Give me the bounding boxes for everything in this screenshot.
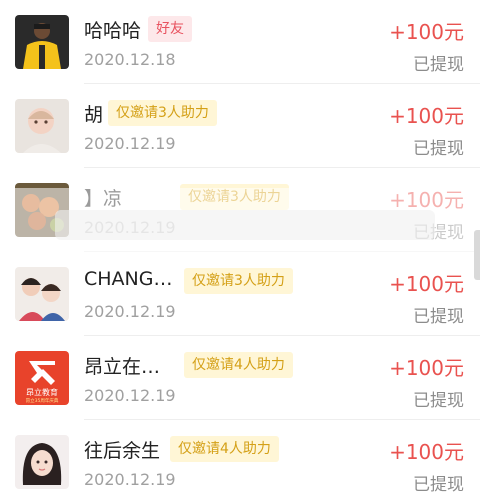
- list-item[interactable]: 哈哈哈 好友 2020.12.18 +100元 已提现: [0, 0, 480, 84]
- user-avatar: [15, 99, 69, 153]
- status-text: 已提现: [413, 391, 464, 411]
- invite-tag: 仅邀请3人助力: [184, 268, 293, 294]
- user-avatar: [15, 15, 69, 69]
- date-text: 2020.12.18: [84, 50, 176, 69]
- user-name: 胡: [84, 104, 104, 126]
- date-text: 2020.12.19: [84, 386, 176, 405]
- invite-tag: 仅邀请3人助力: [180, 184, 289, 210]
- user-name: CHANG…: [84, 268, 173, 290]
- user-avatar: 昂立教育 昂立35周年庆典: [15, 351, 69, 405]
- invite-tag: 仅邀请4人助力: [170, 436, 279, 462]
- user-name: 哈哈哈: [84, 20, 142, 42]
- amount-text: +100元: [389, 272, 464, 296]
- date-text: 2020.12.19: [84, 302, 176, 321]
- status-text: 已提现: [413, 55, 464, 75]
- logo-line2: 昂立35周年庆典: [26, 397, 59, 404]
- invite-tag: 仅邀请3人助力: [108, 100, 217, 126]
- amount-text: +100元: [389, 20, 464, 44]
- date-text: 2020.12.19: [84, 134, 176, 153]
- user-name: 昂立在…: [84, 356, 161, 378]
- amount-text: +100元: [389, 104, 464, 128]
- status-text: 已提现: [413, 307, 464, 327]
- amount-text: +100元: [389, 440, 464, 464]
- user-name: 】凉: [84, 188, 123, 210]
- amount-text: +100元: [389, 356, 464, 380]
- user-avatar: [15, 435, 69, 489]
- girl-avatar-icon: [15, 435, 69, 489]
- invite-tag: 仅邀请4人助力: [184, 352, 293, 378]
- logo-line1: 昂立教育: [26, 387, 58, 397]
- baby-avatar-icon: [15, 99, 69, 153]
- status-text: 已提现: [413, 223, 464, 243]
- fruit-avatar-icon: [15, 183, 69, 237]
- side-tab[interactable]: [474, 230, 480, 280]
- list-item[interactable]: 胡 仅邀请3人助力 2020.12.19 +100元 已提现: [0, 84, 480, 168]
- list-item[interactable]: 】凉 仅邀请3人助力 2020.12.19 +100元 已提现: [0, 168, 480, 252]
- amount-text: +100元: [389, 188, 464, 212]
- user-avatar: [15, 267, 69, 321]
- friend-tag: 好友: [148, 16, 192, 42]
- status-text: 已提现: [413, 475, 464, 495]
- status-text: 已提现: [413, 139, 464, 159]
- user-name: 往后余生: [84, 440, 161, 462]
- list-item[interactable]: 往后余生 仅邀请4人助力 2020.12.19 +100元 已提现: [0, 420, 480, 504]
- list-item[interactable]: 昂立教育 昂立35周年庆典 昂立在… 仅邀请4人助力 2020.12.19 +1…: [0, 336, 480, 420]
- yellow-jacket-avatar-icon: [15, 15, 69, 69]
- family-avatar-icon: [15, 267, 69, 321]
- user-avatar: [15, 183, 69, 237]
- list-item[interactable]: CHANG… 仅邀请3人助力 2020.12.19 +100元 已提现: [0, 252, 480, 336]
- angli-logo-avatar-icon: 昂立教育 昂立35周年庆典: [15, 351, 69, 405]
- date-text: 2020.12.19: [84, 218, 176, 237]
